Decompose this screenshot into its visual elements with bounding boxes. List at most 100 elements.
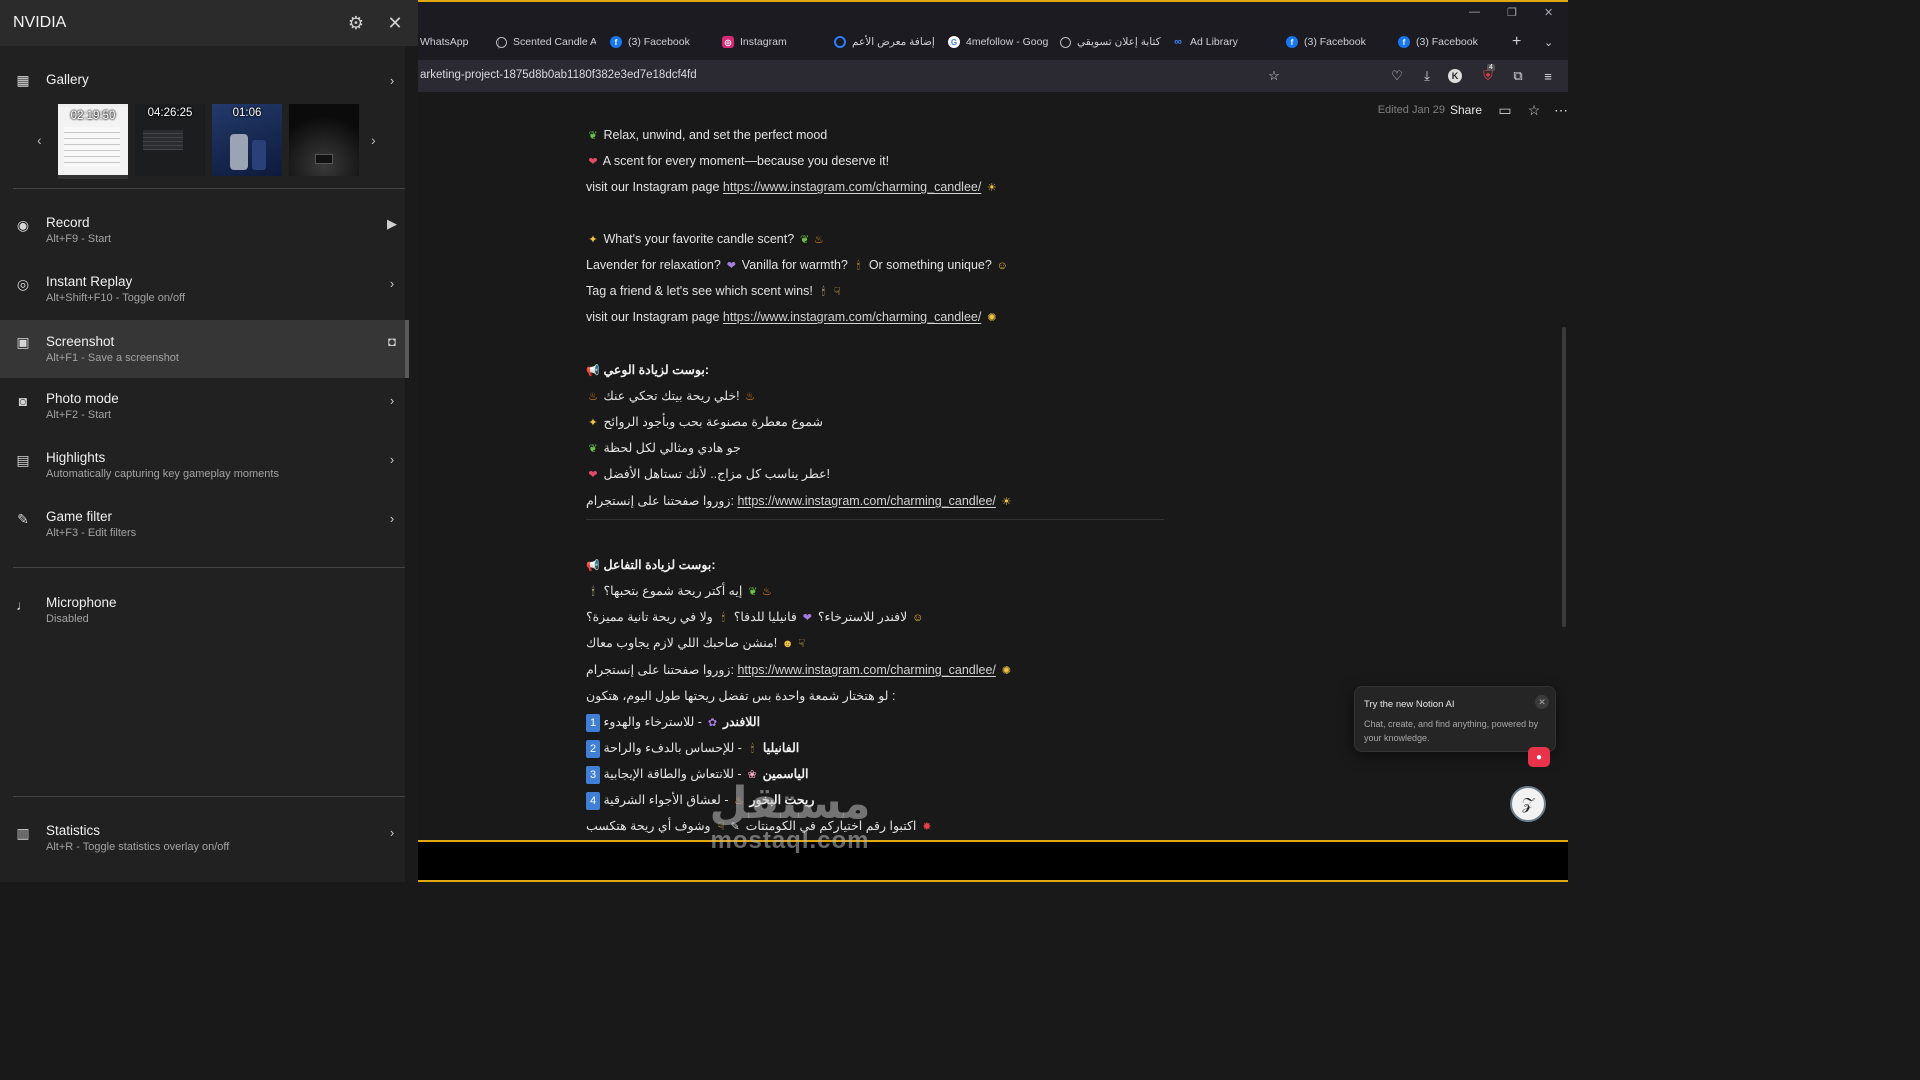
divider <box>13 796 405 797</box>
pointing-down-icon: ☟ <box>798 638 806 650</box>
favorite-star-icon[interactable]: ☆ <box>1525 101 1543 119</box>
instagram-link[interactable]: https://www.instagram.com/charming_candl… <box>737 494 995 508</box>
share-button[interactable]: Share <box>1450 103 1482 117</box>
tab-bar: WhatsApp Scented Candle A f (3) Facebook… <box>418 2 1568 60</box>
candle-icon: 🕯 <box>821 286 825 298</box>
herb-icon: ❦ <box>588 130 598 142</box>
smile-icon: ☺ <box>912 612 924 624</box>
number-2-icon: 2 <box>586 740 600 758</box>
tab-label: إضافة معرض الأعم <box>852 36 934 48</box>
notion-ai-promo[interactable]: Try the new Notion AI ✕ Chat, create, an… <box>1354 686 1556 752</box>
screenshot-item[interactable]: ▣ Screenshot Alt+F1 - Save a screenshot … <box>0 320 405 378</box>
thumbnail-duration: 02:19:50 <box>70 110 116 122</box>
section-heading: 📢 بوست لزيادة الوعي: <box>586 361 709 379</box>
minimize-button[interactable]: — <box>1469 6 1480 18</box>
gear-icon[interactable]: ⚙ <box>345 12 367 34</box>
close-window-button[interactable]: ✕ <box>1544 6 1553 19</box>
instagram-link[interactable]: https://www.instagram.com/charming_candl… <box>723 310 981 324</box>
nvidia-overlay-panel: NVIDIA ⚙ ✕ ▦ Gallery › ‹ 02:19:50 04:26:… <box>0 0 418 882</box>
tab-instagram[interactable]: ◎ Instagram <box>722 33 822 51</box>
camera-icon[interactable]: ◘ <box>385 332 399 350</box>
sun-icon: ☀ <box>1001 496 1012 508</box>
statistics-shortcut: Alt+R - Toggle statistics overlay on/off <box>46 841 230 853</box>
close-icon[interactable]: ✕ <box>384 12 406 34</box>
nvidia-scrollbar[interactable] <box>405 46 418 882</box>
sparkles-icon: ✦ <box>588 417 598 429</box>
option-line: 3 الياسمين ❀ - للانتعاش والطاقة الإيجابي… <box>586 765 808 784</box>
tab-whatsapp[interactable]: WhatsApp <box>420 33 490 51</box>
chevron-right-icon[interactable]: › <box>371 132 376 148</box>
text-line: ❤ عطر يناسب كل مزاج.. لأنك تستاهل الأفضل… <box>586 465 830 483</box>
candle-icon: 🕯 <box>856 260 860 272</box>
thumbnail-preview <box>64 127 120 167</box>
tab-ad-writing[interactable]: كتابة إعلان تسويقي <box>1060 33 1170 51</box>
game-filter-icon: ✎ <box>17 510 29 527</box>
tab-label: WhatsApp <box>420 36 469 48</box>
text-line: اكتبوا رقم اختياركم في الكومنتات ✎☟ وشوف… <box>586 817 934 835</box>
text-line: لو هتختار شمعة واحدة بس تفضل ريحتها طول … <box>586 689 896 703</box>
pocket-icon[interactable]: ♡ <box>1388 67 1406 85</box>
text-line: ❦ Relax, unwind, and set the perfect moo… <box>586 126 827 144</box>
scrollbar-thumb[interactable] <box>405 320 409 378</box>
tab-exhibition[interactable]: إضافة معرض الأعم <box>834 33 934 51</box>
instagram-link[interactable]: https://www.instagram.com/charming_candl… <box>737 663 995 677</box>
instant-replay-item[interactable]: ◎ Instant Replay Alt+Shift+F10 - Toggle … <box>0 267 405 325</box>
thumbnail-figure <box>230 134 248 170</box>
notion-ai-button[interactable]: 𝒵 <box>1510 786 1546 822</box>
chevron-right-icon: › <box>389 510 395 526</box>
thumbnail[interactable]: 04:26:25 <box>135 104 205 176</box>
address-bar[interactable]: arketing-project-1875d8b0ab1180f382e3ed7… <box>418 60 1568 92</box>
tab-label: (3) Facebook <box>628 36 690 48</box>
fire-icon: ♨ <box>734 795 744 807</box>
thumbnail[interactable]: 02:19:50 <box>58 104 128 179</box>
url-text[interactable]: arketing-project-1875d8b0ab1180f382e3ed7… <box>420 69 697 81</box>
microphone-item[interactable]: ♩ Microphone Disabled <box>0 588 405 646</box>
thumbnail-preview <box>143 130 183 150</box>
tab-4mefollow[interactable]: G 4mefollow - Goog <box>948 33 1048 51</box>
fire-icon: ♨ <box>761 586 772 598</box>
tab-facebook-3[interactable]: f (3) Facebook <box>1398 33 1498 51</box>
restore-button[interactable]: ❐ <box>1507 6 1517 19</box>
highlights-item[interactable]: ▤ Highlights Automatically capturing key… <box>0 443 405 501</box>
comment-icon[interactable]: ▭ <box>1496 101 1514 119</box>
page-scrollbar[interactable] <box>1562 327 1566 627</box>
extensions-icon[interactable]: ⧉ <box>1509 67 1527 85</box>
instagram-link[interactable]: https://www.instagram.com/charming_candl… <box>723 180 981 194</box>
thumbnail[interactable] <box>289 104 359 176</box>
tab-facebook-1[interactable]: f (3) Facebook <box>610 33 710 51</box>
text-line: Tag a friend & let's see which scent win… <box>586 282 844 300</box>
promo-body: Chat, create, and find anything, powered… <box>1364 719 1539 743</box>
extension-badge: 4 <box>1487 64 1495 71</box>
text-line: زوروا صفحتنا على إنستجرام: https://www.i… <box>586 492 1013 510</box>
option-line: 4 ريحت البخور ♨ - لعشاق الأجواء الشرقية <box>586 791 814 810</box>
gallery-icon: ▦ <box>16 71 30 88</box>
purple-heart-icon: ❤ <box>726 260 736 272</box>
promo-title: Try the new Notion AI <box>1364 699 1455 710</box>
more-options-icon[interactable]: ⋯ <box>1552 101 1568 119</box>
record-item[interactable]: ◉ Record Alt+F9 - Start ▶ <box>0 208 405 266</box>
new-tab-button[interactable]: + <box>1512 33 1526 51</box>
chevron-down-icon[interactable]: ⌄ <box>1544 33 1558 51</box>
close-icon[interactable]: ✕ <box>1535 695 1549 709</box>
game-filter-item[interactable]: ✎ Game filter Alt+F3 - Edit filters › <box>0 502 405 560</box>
candle-icon: 🕯 <box>591 586 595 598</box>
notification-badge-icon[interactable]: ● <box>1528 747 1550 767</box>
profile-k-icon[interactable]: K <box>1448 69 1462 83</box>
chatgpt-icon <box>1060 36 1071 48</box>
bookmark-star-icon[interactable]: ☆ <box>1265 67 1283 85</box>
tab-label: Instagram <box>740 36 787 48</box>
photo-mode-label: Photo mode <box>46 391 119 406</box>
text-line: ♨ خلي ريحة بيتك تحكي عنك! ♨ <box>586 387 757 405</box>
highlights-description: Automatically capturing key gameplay mom… <box>46 468 279 480</box>
menu-icon[interactable]: ≡ <box>1539 67 1557 85</box>
chevron-left-icon[interactable]: ‹ <box>37 132 42 148</box>
statistics-item[interactable]: ▥ Statistics Alt+R - Toggle statistics o… <box>0 816 405 874</box>
tab-scented-candle[interactable]: Scented Candle A <box>496 33 596 51</box>
facebook-icon: f <box>1286 36 1298 48</box>
thumbnail[interactable]: 01:06 <box>212 104 282 176</box>
candle-icon: 🕯 <box>750 743 754 755</box>
tab-ad-library[interactable]: ∞ Ad Library <box>1172 33 1272 51</box>
download-icon[interactable]: ⤓ <box>1418 67 1436 85</box>
tab-facebook-2[interactable]: f (3) Facebook <box>1286 33 1386 51</box>
photo-mode-item[interactable]: ◙ Photo mode Alt+F2 - Start › <box>0 384 405 442</box>
